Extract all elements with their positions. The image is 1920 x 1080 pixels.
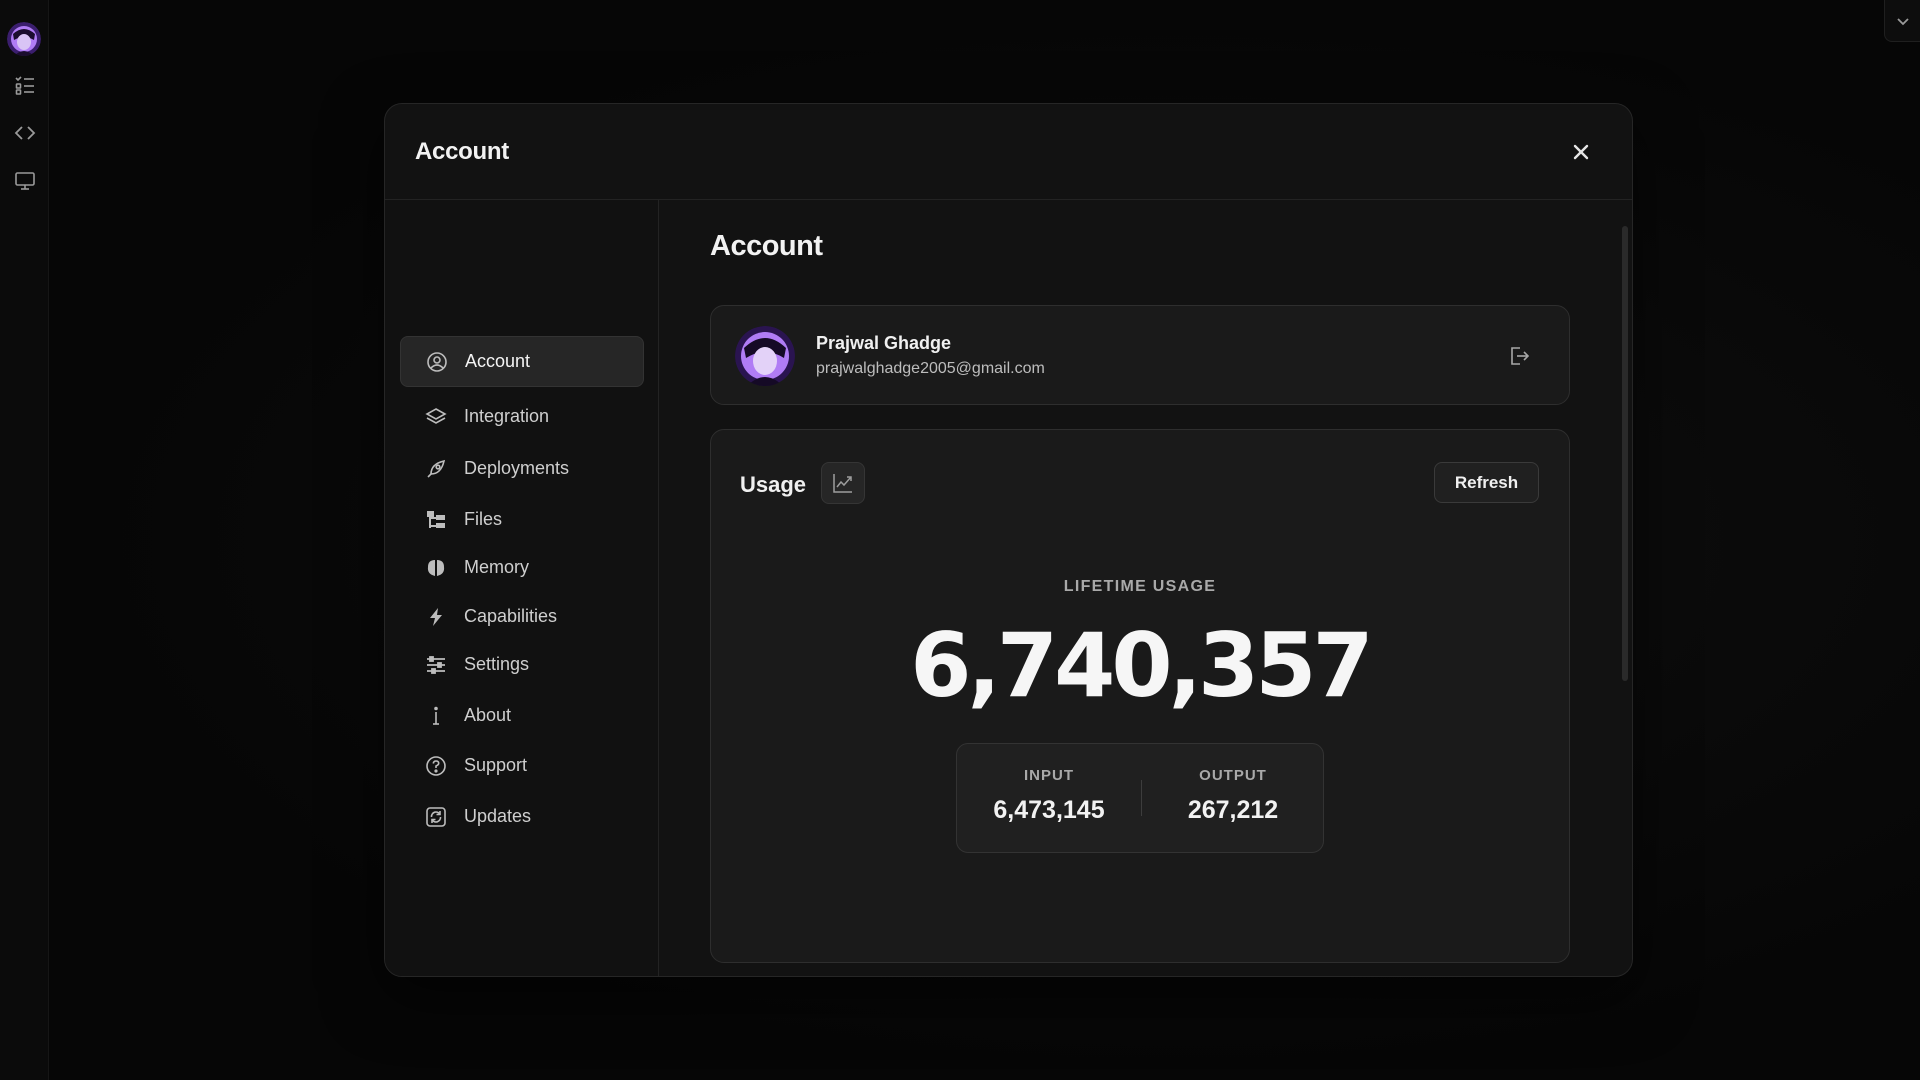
layers-icon — [425, 406, 447, 428]
input-value: 6,473,145 — [993, 796, 1105, 824]
sidebar-item-label: Deployments — [464, 458, 570, 478]
io-breakdown: INPUT 6,473,145 OUTPUT 267,212 — [956, 743, 1324, 853]
chevron-down-icon[interactable] — [1884, 0, 1920, 42]
sidebar-item-files[interactable]: Files — [400, 494, 644, 545]
tasks-icon[interactable] — [12, 72, 38, 98]
avatar[interactable] — [7, 22, 41, 56]
lightning-icon — [425, 606, 447, 628]
modal-title: Account — [415, 138, 509, 165]
account-content: Account Prajwal Ghadge prajwalghadge2005… — [660, 200, 1632, 976]
sidebar-item-deployments[interactable]: Deployments — [400, 443, 644, 494]
sidebar-item-capabilities[interactable]: Capabilities — [400, 591, 644, 642]
input-stat: INPUT 6,473,145 — [957, 744, 1141, 854]
sidebar-item-label: Updates — [464, 806, 532, 826]
sidebar-item-label: Capabilities — [464, 606, 558, 626]
sidebar-item-settings[interactable]: Settings — [400, 639, 644, 690]
profile-email: prajwalghadge2005@gmail.com — [816, 360, 1045, 377]
profile-card: Prajwal Ghadge prajwalghadge2005@gmail.c… — [710, 305, 1570, 405]
output-label: OUTPUT — [1199, 767, 1267, 784]
usage-title: Usage — [740, 472, 807, 497]
page-title: Account — [710, 230, 823, 262]
chart-icon[interactable] — [821, 462, 865, 504]
sidebar-item-label: Files — [464, 509, 503, 529]
output-stat: OUTPUT 267,212 — [1141, 744, 1325, 854]
rocket-icon — [425, 458, 447, 480]
info-icon — [425, 705, 447, 727]
sidebar-item-updates[interactable]: Updates — [400, 791, 644, 842]
folder-tree-icon — [425, 509, 447, 531]
sidebar-item-integration[interactable]: Integration — [400, 391, 644, 442]
user-circle-icon — [426, 351, 448, 373]
account-modal: Account Account Integration Deployments … — [384, 103, 1633, 977]
modal-header: Account — [385, 104, 1632, 200]
avatar — [735, 326, 795, 386]
lifetime-usage-value: 6,740,357 — [910, 614, 1373, 717]
sidebar-item-about[interactable]: About — [400, 690, 644, 741]
refresh-button[interactable]: Refresh — [1434, 462, 1539, 503]
brain-icon — [425, 557, 447, 579]
monitor-icon[interactable] — [12, 168, 38, 194]
left-rail — [0, 0, 49, 1080]
sidebar-item-account[interactable]: Account — [400, 336, 644, 387]
code-icon[interactable] — [12, 120, 38, 146]
lifetime-usage-label: LIFETIME USAGE — [1063, 578, 1217, 595]
profile-name: Prajwal Ghadge — [816, 333, 952, 353]
sidebar-item-label: Settings — [464, 654, 530, 674]
sliders-icon — [425, 654, 447, 676]
refresh-icon — [425, 806, 447, 828]
scrollbar[interactable] — [1622, 226, 1628, 681]
settings-sidebar: Account Integration Deployments Files Me… — [385, 200, 659, 976]
sidebar-item-label: Integration — [464, 406, 550, 426]
sidebar-item-label: About — [464, 705, 512, 725]
sidebar-item-label: Account — [465, 351, 531, 371]
help-circle-icon — [425, 755, 447, 777]
logout-icon[interactable] — [1505, 342, 1533, 370]
sidebar-item-label: Memory — [464, 557, 530, 577]
usage-card: Usage Refresh LIFETIME USAGE 6,740,357 I… — [710, 429, 1570, 963]
sidebar-item-label: Support — [464, 755, 528, 775]
close-icon[interactable] — [1566, 137, 1596, 167]
input-label: INPUT — [1024, 767, 1074, 784]
sidebar-item-memory[interactable]: Memory — [400, 542, 644, 593]
sidebar-item-support[interactable]: Support — [400, 740, 644, 791]
output-value: 267,212 — [1187, 796, 1279, 824]
